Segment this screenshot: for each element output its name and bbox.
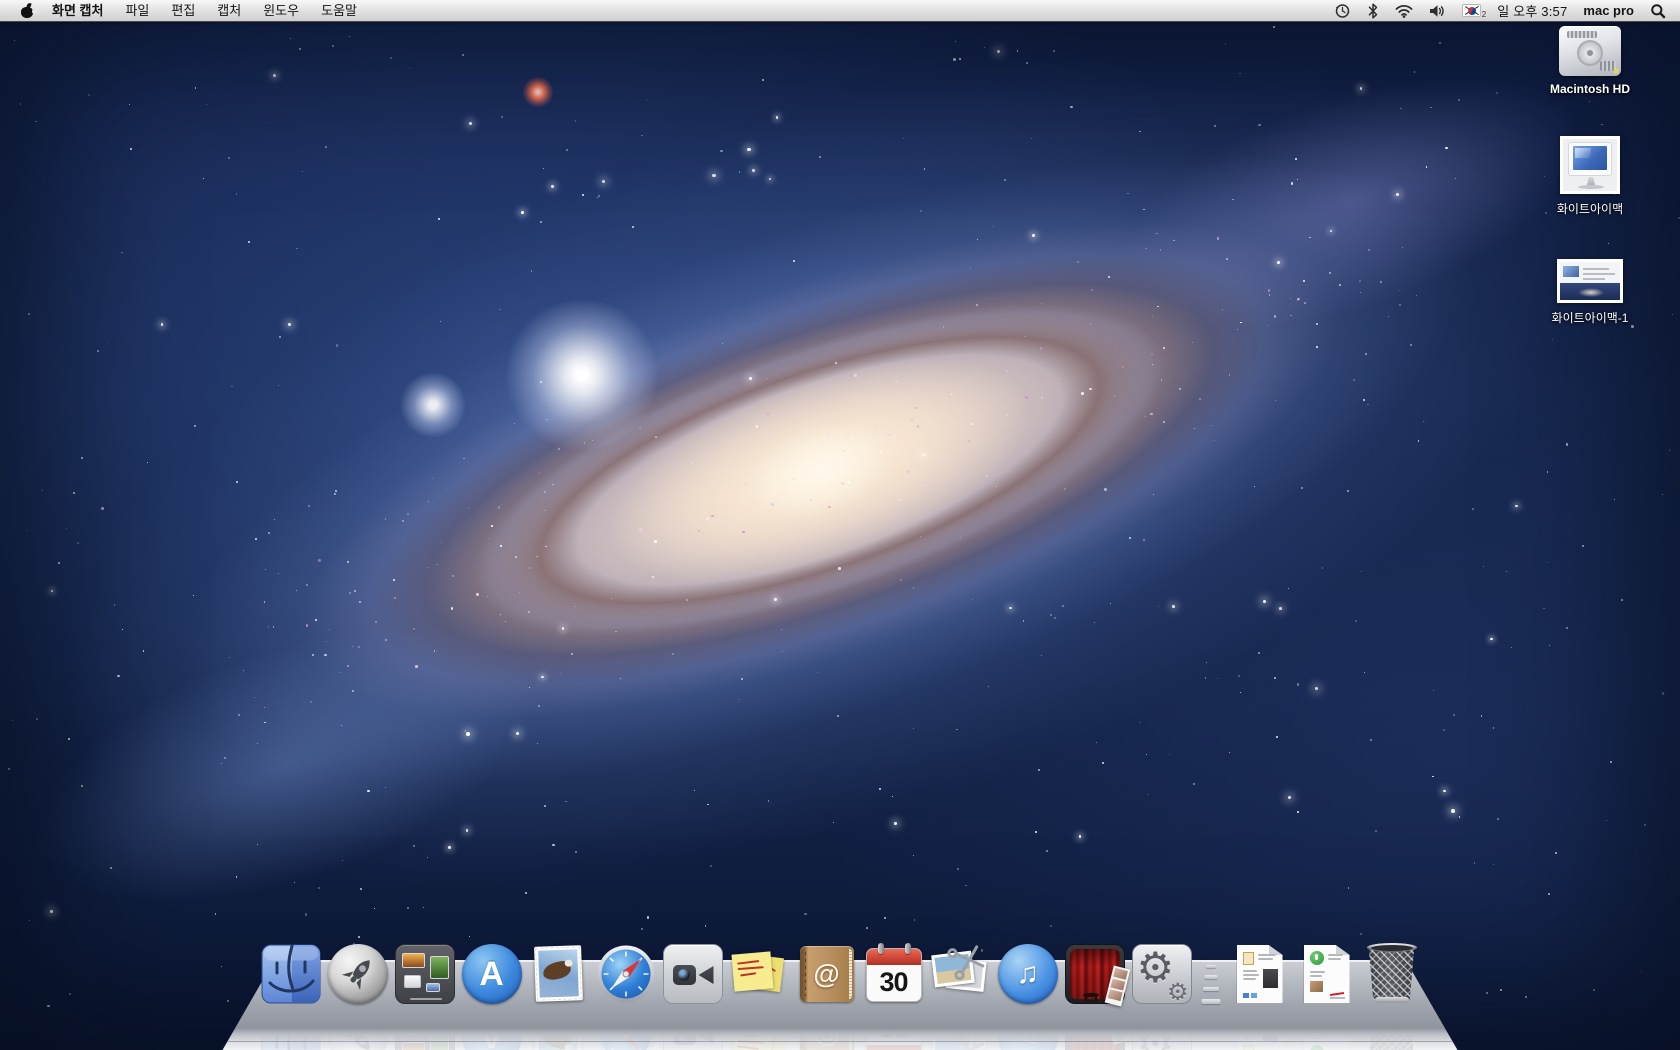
dock-item-preview[interactable]	[931, 944, 991, 1004]
dock-item-itunes[interactable]: ♫	[998, 944, 1058, 1004]
image-file-icon	[1560, 136, 1620, 194]
document-icon	[1304, 945, 1350, 1003]
menu-window[interactable]: 윈도우	[252, 0, 310, 21]
menu-bar: 화면 캡처 파일 편집 캡처 윈도우 도움말 2 일 오후 3:57 mac p…	[0, 0, 1680, 22]
galaxy-core-glow	[582, 311, 1058, 629]
galaxy-core	[734, 403, 905, 537]
dock-item-launchpad[interactable]	[328, 944, 388, 1004]
screenshot-file-icon	[1557, 259, 1623, 303]
apple-menu-icon[interactable]	[20, 3, 35, 19]
menu-bar-left: 화면 캡처 파일 편집 캡처 윈도우 도움말	[0, 0, 368, 21]
dock-item-mission-control[interactable]	[395, 944, 455, 1004]
calendar-day: 30	[867, 967, 921, 998]
document-icon	[1237, 945, 1283, 1003]
input-source-korean-flag[interactable]: 2	[1462, 4, 1481, 17]
dock-item-mail[interactable]	[529, 944, 589, 1004]
dock-item-safari[interactable]	[596, 944, 656, 1004]
dock-separator	[1199, 944, 1223, 1004]
trash-mesh-body	[1366, 946, 1418, 1000]
galaxy-dust-inner	[351, 185, 1289, 755]
galaxy-arms	[104, 23, 1537, 916]
system-preferences-icon: ⚙ ⚙	[1132, 944, 1192, 1004]
finder-icon	[261, 944, 321, 1004]
icon-label: Macintosh HD	[1550, 82, 1630, 96]
menu-clock[interactable]: 일 오후 3:57	[1497, 1, 1567, 20]
photo-booth-icon	[1065, 944, 1125, 1004]
dock-icon-row: A	[261, 942, 1420, 1004]
app-menu-title[interactable]: 화면 캡처	[41, 0, 114, 21]
trash-base	[1375, 997, 1409, 1003]
music-note-glyph: ♫	[998, 944, 1058, 1004]
dock-item-address-book[interactable]: @	[797, 944, 857, 1004]
menu-capture[interactable]: 캡처	[206, 0, 252, 21]
address-book-icon: @	[800, 946, 854, 1002]
menu-edit[interactable]: 편집	[160, 0, 206, 21]
red-star	[523, 77, 553, 107]
scissors-icon	[931, 944, 991, 1004]
menu-help[interactable]: 도움말	[310, 0, 368, 21]
calendar-icon: 30	[866, 948, 922, 1002]
galaxy-disk-pink	[245, 119, 1395, 822]
dock-item-document-2[interactable]	[1297, 944, 1357, 1004]
dock-item-system-preferences[interactable]: ⚙ ⚙	[1132, 944, 1192, 1004]
galaxy-halo	[0, 0, 1680, 1050]
galaxy-disk-cream	[383, 206, 1256, 733]
gear-icon-small: ⚙	[1167, 978, 1189, 1007]
companion-star-glow	[502, 300, 662, 450]
dock-item-document-1[interactable]	[1230, 944, 1290, 1004]
safari-compass-icon	[596, 944, 656, 1004]
desktop-wallpaper	[0, 0, 1680, 1050]
small-star-glow	[398, 373, 468, 437]
korean-flag-icon	[1462, 4, 1481, 17]
sticky-note-front	[731, 951, 773, 991]
mail-stamp-icon	[534, 945, 583, 1002]
time-machine-icon[interactable]	[1334, 0, 1351, 21]
menu-bar-right: 2 일 오후 3:57 mac pro	[1334, 0, 1680, 21]
wifi-icon[interactable]	[1395, 0, 1413, 21]
menu-file[interactable]: 파일	[114, 0, 160, 21]
dock: A	[223, 958, 1458, 1050]
desktop-icon-macintosh-hd[interactable]: Macintosh HD	[1550, 26, 1630, 96]
dock-item-trash[interactable]	[1364, 942, 1420, 1004]
at-sign-glyph: @	[800, 946, 854, 1002]
galaxy-dust-outer	[182, 80, 1459, 860]
desktop-icon-column: Macintosh HD 화이트아이맥 화이트아이맥-1	[1520, 26, 1660, 326]
icon-label: 화이트아이맥-1	[1552, 309, 1629, 326]
app-store-letter: A	[462, 944, 522, 1004]
volume-icon[interactable]	[1429, 0, 1446, 21]
desktop-icon-white-imac[interactable]: 화이트아이맥	[1557, 136, 1623, 217]
dock-item-facetime[interactable]	[663, 944, 723, 1004]
spotlight-icon[interactable]	[1650, 0, 1666, 21]
menu-username[interactable]: mac pro	[1583, 3, 1634, 18]
hard-drive-icon	[1559, 26, 1621, 76]
bluetooth-icon[interactable]	[1367, 0, 1379, 21]
dock-item-finder[interactable]	[261, 944, 321, 1004]
dock-item-app-store[interactable]: A	[462, 944, 522, 1004]
mission-control-icon	[395, 944, 455, 1004]
rocket-icon	[328, 944, 388, 1004]
dock-item-ical[interactable]: 30	[864, 944, 924, 1004]
icon-label: 화이트아이맥	[1557, 200, 1623, 217]
dock-item-stickies[interactable]	[730, 944, 790, 1004]
trash-rim-inner	[1371, 945, 1413, 951]
desktop-icon-white-imac-1[interactable]: 화이트아이맥-1	[1552, 259, 1629, 326]
input-source-badge: 2	[1482, 10, 1486, 19]
facetime-icon	[663, 944, 723, 1004]
galaxy-arm-left	[4, 571, 571, 958]
dock-item-photo-booth[interactable]	[1065, 944, 1125, 1004]
